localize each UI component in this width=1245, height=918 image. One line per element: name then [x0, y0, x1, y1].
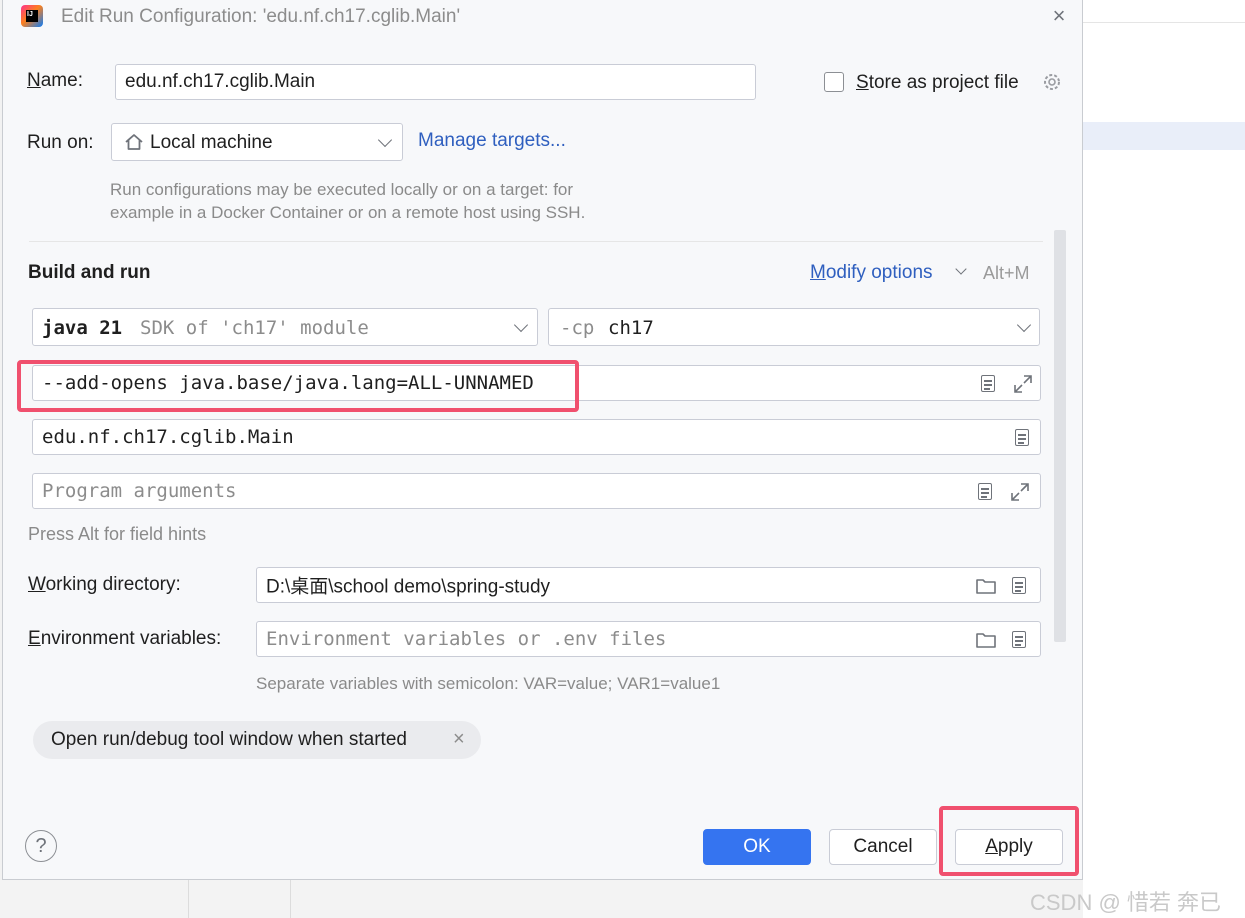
intellij-logo-icon: IJ	[21, 5, 43, 27]
modify-options-shortcut: Alt+M	[983, 263, 1030, 283]
edit-text-icon[interactable]	[981, 375, 995, 392]
working-directory-input[interactable]: D:\桌面\school demo\spring-study	[256, 567, 1041, 603]
folder-icon[interactable]	[975, 577, 997, 595]
browse-class-icon[interactable]	[1015, 429, 1029, 446]
ok-button[interactable]: OK	[703, 829, 811, 865]
classpath-prefix: -cp	[560, 317, 595, 339]
working-directory-label: Working directory:	[28, 574, 181, 595]
name-input[interactable]: edu.nf.ch17.cglib.Main	[115, 64, 756, 100]
edit-text-icon[interactable]	[978, 483, 992, 500]
program-arguments-input[interactable]: Program arguments	[32, 473, 1041, 509]
macros-icon[interactable]	[1012, 577, 1026, 594]
run-on-hint-line1: Run configurations may be executed local…	[110, 180, 574, 199]
store-as-project-file-label[interactable]: Store as project file	[856, 72, 1019, 94]
run-on-label: Run on:	[27, 132, 94, 153]
tag-label: Open run/debug tool window when started	[51, 729, 407, 750]
modify-options-chevron-icon	[955, 263, 967, 275]
run-on-select[interactable]: Local machine	[111, 123, 403, 161]
remove-tag-icon[interactable]: ×	[453, 728, 465, 751]
open-tool-window-option-tag[interactable]: Open run/debug tool window when started …	[33, 721, 481, 759]
jdk-select[interactable]: java 21 SDK of 'ch17' module	[32, 308, 538, 346]
dialog-title: Edit Run Configuration: 'edu.nf.ch17.cgl…	[61, 6, 461, 27]
classpath-module-select[interactable]: -cp ch17	[548, 308, 1040, 346]
jdk-version: java 21	[42, 317, 123, 339]
watermark: CSDN @ 惜若 奔已	[1030, 890, 1222, 915]
vertical-scrollbar[interactable]	[1054, 230, 1066, 642]
run-configuration-dialog: IJ Edit Run Configuration: 'edu.nf.ch17.…	[2, 0, 1083, 880]
field-hints-text: Press Alt for field hints	[28, 524, 207, 544]
expand-icon[interactable]	[1012, 373, 1034, 395]
build-and-run-heading: Build and run	[28, 262, 151, 283]
background-status-area	[0, 880, 1083, 918]
background-ide-panel	[1083, 0, 1245, 918]
home-icon	[125, 134, 143, 150]
store-as-project-file-checkbox[interactable]	[824, 72, 844, 92]
chevron-down-icon	[1016, 317, 1032, 333]
manage-targets-link[interactable]: Manage targets...	[418, 130, 566, 152]
section-divider	[29, 241, 1043, 242]
main-class-input[interactable]: edu.nf.ch17.cglib.Main	[32, 419, 1041, 455]
modify-options-link[interactable]: Modify options	[810, 262, 933, 284]
name-label: Name:	[27, 70, 83, 91]
edit-env-icon[interactable]	[1012, 631, 1026, 648]
run-on-value: Local machine	[150, 132, 273, 153]
highlight-box-vm-options	[17, 360, 579, 412]
environment-variables-hint: Separate variables with semicolon: VAR=v…	[256, 674, 721, 693]
folder-icon[interactable]	[975, 631, 997, 649]
help-button[interactable]: ?	[25, 830, 57, 862]
cancel-button[interactable]: Cancel	[829, 829, 937, 865]
highlight-box-apply	[939, 806, 1079, 876]
expand-icon[interactable]	[1009, 481, 1031, 503]
environment-variables-input[interactable]: Environment variables or .env files	[256, 621, 1041, 657]
chevron-down-icon	[377, 132, 393, 148]
environment-variables-label: Environment variables:	[28, 628, 222, 649]
classpath-module: ch17	[608, 317, 654, 339]
chevron-down-icon	[513, 317, 529, 333]
run-on-hint-line2: example in a Docker Container or on a re…	[110, 203, 586, 222]
close-icon[interactable]: ×	[1047, 4, 1071, 28]
jdk-description: SDK of 'ch17' module	[140, 317, 369, 339]
title-bar: IJ Edit Run Configuration: 'edu.nf.ch17.…	[3, 0, 1084, 36]
gear-icon[interactable]	[1041, 71, 1063, 93]
